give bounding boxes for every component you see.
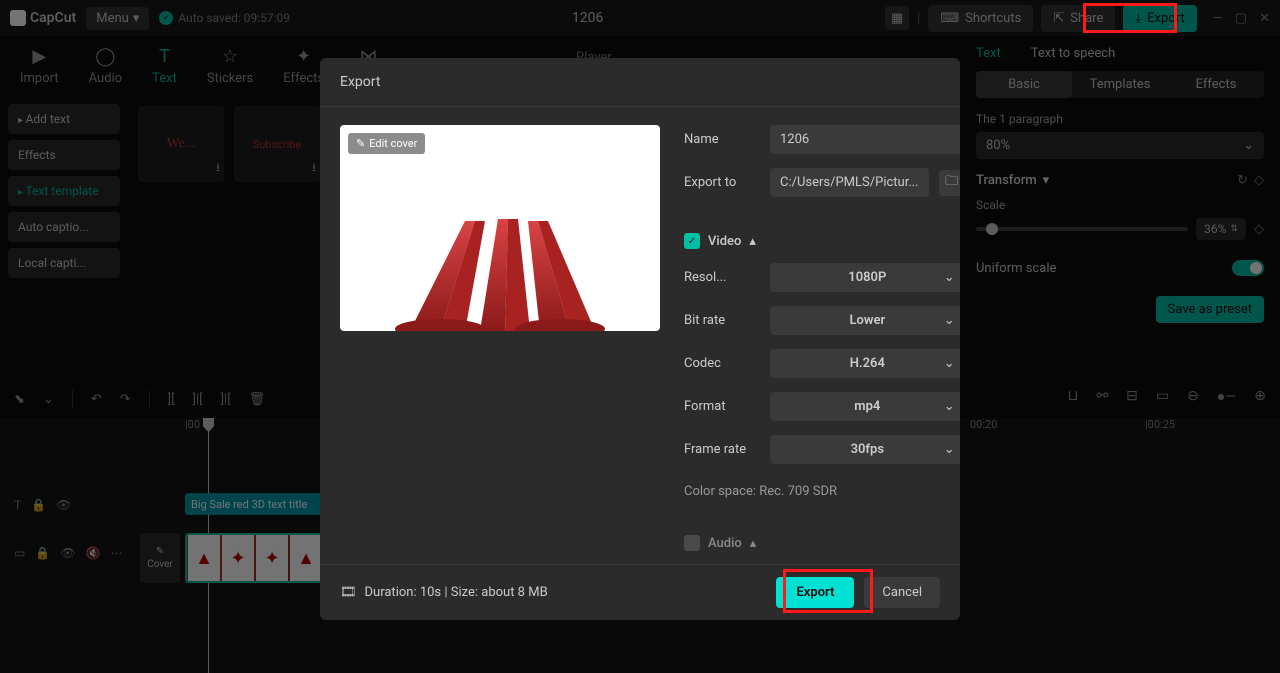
- video-checkbox[interactable]: ✓: [684, 233, 700, 249]
- bitrate-row: Bit rate Lower: [684, 306, 960, 335]
- browse-folder-button[interactable]: 🗀: [939, 170, 960, 196]
- color-space-info: Color space: Rec. 709 SDR: [684, 484, 960, 499]
- resolution-select[interactable]: 1080P: [770, 263, 960, 292]
- format-select[interactable]: mp4: [770, 392, 960, 421]
- cover-preview: ✎ Edit cover: [340, 125, 660, 331]
- name-input[interactable]: [770, 125, 960, 154]
- framerate-select[interactable]: 30fps: [770, 435, 960, 464]
- modal-title: Export: [320, 58, 960, 107]
- export-modal: Export ✎ Edit cover: [320, 58, 960, 620]
- export-form: Name Export to C:/Users/PMLS/Pictur... 🗀…: [684, 125, 960, 546]
- chevron-up-icon: ▴: [749, 234, 756, 249]
- codec-row: Codec H.264: [684, 349, 960, 378]
- export-to-row: Export to C:/Users/PMLS/Pictur... 🗀: [684, 168, 960, 197]
- video-section-toggle[interactable]: ✓ Video ▴: [684, 233, 960, 249]
- export-info: 🎞 Duration: 10s | Size: about 8 MB: [340, 585, 766, 600]
- codec-select[interactable]: H.264: [770, 349, 960, 378]
- chevron-up-icon: ▴: [750, 536, 757, 551]
- framerate-row: Frame rate 30fps: [684, 435, 960, 464]
- edit-cover-button[interactable]: ✎ Edit cover: [348, 133, 425, 154]
- bitrate-select[interactable]: Lower: [770, 306, 960, 335]
- audio-checkbox[interactable]: [684, 535, 700, 551]
- pencil-icon: ✎: [356, 137, 365, 150]
- preview-3d-graphic: [370, 211, 630, 331]
- export-path: C:/Users/PMLS/Pictur...: [770, 168, 929, 197]
- export-confirm-button[interactable]: Export: [776, 577, 854, 608]
- modal-footer: 🎞 Duration: 10s | Size: about 8 MB Expor…: [320, 564, 960, 620]
- resolution-row: Resol... 1080P: [684, 263, 960, 292]
- cancel-button[interactable]: Cancel: [864, 577, 940, 608]
- format-row: Format mp4: [684, 392, 960, 421]
- film-icon: 🎞: [340, 585, 357, 600]
- preview-column: ✎ Edit cover: [340, 125, 660, 546]
- folder-icon: 🗀: [945, 172, 958, 194]
- audio-section-toggle[interactable]: Audio ▴: [684, 535, 960, 551]
- name-row: Name: [684, 125, 960, 154]
